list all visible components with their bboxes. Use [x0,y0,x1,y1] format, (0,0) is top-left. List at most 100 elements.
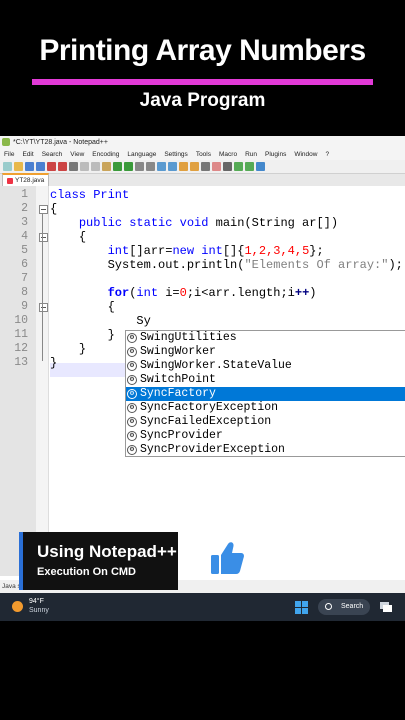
taskbar-search[interactable]: Search [318,599,370,615]
fold-marker-class[interactable] [39,205,48,214]
autocomplete-item[interactable]: ⚙ SyncFactoryException [126,401,405,415]
badge-subtitle: Execution On CMD [37,566,137,578]
line-number: 3 [21,216,28,229]
class-icon: ⚙ [127,389,137,399]
save-all-icon[interactable] [36,162,45,171]
weather-temperature[interactable]: 94°F [29,598,44,605]
code-token: ;i<arr.length;i [186,286,295,300]
menu-tools[interactable]: Tools [196,151,211,158]
menu-settings[interactable]: Settings [164,151,188,158]
save-icon[interactable] [25,162,34,171]
new-file-icon[interactable] [3,162,12,171]
code-line-13: } [50,356,57,370]
save-macro-icon[interactable] [256,162,265,171]
find-icon[interactable] [135,162,144,171]
replace-icon[interactable] [146,162,155,171]
menu-file[interactable]: File [4,151,14,158]
record-macro-icon[interactable] [212,162,221,171]
tab-label: YT28.java [15,177,45,184]
stop-icon[interactable] [223,162,232,171]
paste-icon[interactable] [102,162,111,171]
title-underline [32,79,373,85]
weather-condition[interactable]: Sunny [29,607,49,614]
code-token: } [50,356,58,370]
menu-help[interactable]: ? [325,151,329,158]
zoom-in-icon[interactable] [157,162,166,171]
line-number: 12 [14,342,28,355]
code-token: }; [309,244,324,258]
search-label: Search [341,603,364,610]
autocomplete-popup: ⚙ SwingUtilities ⚙ SwingWorker ⚙ SwingWorke… [125,330,405,457]
autocomplete-item[interactable]: ⚙ SyncProviderException [126,443,405,457]
badge-title: Using Notepad++ [37,542,177,561]
menu-macro[interactable]: Macro [219,151,237,158]
code-token: System.out.println( [107,258,245,272]
indent-guide-icon[interactable] [201,162,210,171]
code-token: "Elements Of array:" [244,258,389,272]
code-line-2: { [50,202,57,216]
open-file-icon[interactable] [14,162,23,171]
autocomplete-item[interactable]: ⚙ SyncProvider [126,429,405,443]
menu-edit[interactable]: Edit [22,151,33,158]
play-multiple-icon[interactable] [245,162,254,171]
window-titlebar: *C:\YT\YT28.java - Notepad++ [0,136,405,148]
notepadpp-badge: Using Notepad++ Execution On CMD [19,532,178,590]
close-all-icon[interactable] [58,162,67,171]
task-view-icon[interactable] [379,601,393,613]
line-number: 4 [21,230,28,243]
autocomplete-item[interactable]: ⚙ SwitchPoint [126,373,405,387]
wrap-icon[interactable] [190,162,199,171]
redo-icon[interactable] [124,162,133,171]
menu-plugins[interactable]: Plugins [265,151,286,158]
menu-window[interactable]: Window [294,151,317,158]
close-icon[interactable] [47,162,56,171]
fold-line [42,213,43,361]
print-icon[interactable] [69,162,78,171]
autocomplete-label: SwingWorker [140,345,216,358]
autocomplete-item[interactable]: ⚙ SyncFailedException [126,415,405,429]
line-number: 5 [21,244,28,257]
code-line-12: } [50,342,86,356]
autocomplete-label: SyncProviderException [140,443,285,456]
line-number: 13 [14,356,28,369]
menu-encoding[interactable]: Encoding [92,151,119,158]
fold-marker-loop[interactable] [39,303,48,312]
autocomplete-item[interactable]: ⚙ SwingUtilities [126,331,405,345]
line-number: 1 [21,188,28,201]
class-icon: ⚙ [127,375,137,385]
menu-search[interactable]: Search [42,151,63,158]
menu-view[interactable]: View [70,151,84,158]
code-line-10: Sy [50,314,150,328]
class-icon: ⚙ [127,347,137,357]
autocomplete-item[interactable]: ⚙ SwingWorker.StateValue [126,359,405,373]
fold-marker-method[interactable] [39,233,48,242]
menu-language[interactable]: Language [127,151,156,158]
class-icon: ⚙ [127,403,137,413]
autocomplete-label: SwingWorker.StateValue [140,359,292,372]
autocomplete-label: SyncFailedException [140,415,272,428]
class-icon: ⚙ [127,445,137,455]
line-number: 2 [21,202,28,215]
zoom-out-icon[interactable] [168,162,177,171]
toolbar [0,160,405,174]
sun-icon[interactable] [12,601,23,612]
sync-icon[interactable] [179,162,188,171]
code-token: for [107,286,130,300]
modified-file-icon [7,177,13,184]
autocomplete-item[interactable]: ⚙ SwingWorker [126,345,405,359]
code-token: 1,2,3,4,5 [244,244,310,258]
code-token: main(String ar[]) [208,216,339,230]
code-token: new int [172,244,223,258]
tab-yt28[interactable]: YT28.java [2,173,50,186]
play-icon[interactable] [234,162,243,171]
autocomplete-item-selected[interactable]: ⚙ SyncFactory [126,387,405,401]
code-token: public static void [78,216,209,230]
menu-run[interactable]: Run [245,151,257,158]
copy-icon[interactable] [91,162,100,171]
windows-start-icon[interactable] [295,601,308,614]
code-line-11: } [50,328,115,342]
cut-icon[interactable] [80,162,89,171]
thumbs-up-icon [211,542,244,574]
menu-bar: File Edit Search View Encoding Language … [0,148,405,160]
undo-icon[interactable] [113,162,122,171]
